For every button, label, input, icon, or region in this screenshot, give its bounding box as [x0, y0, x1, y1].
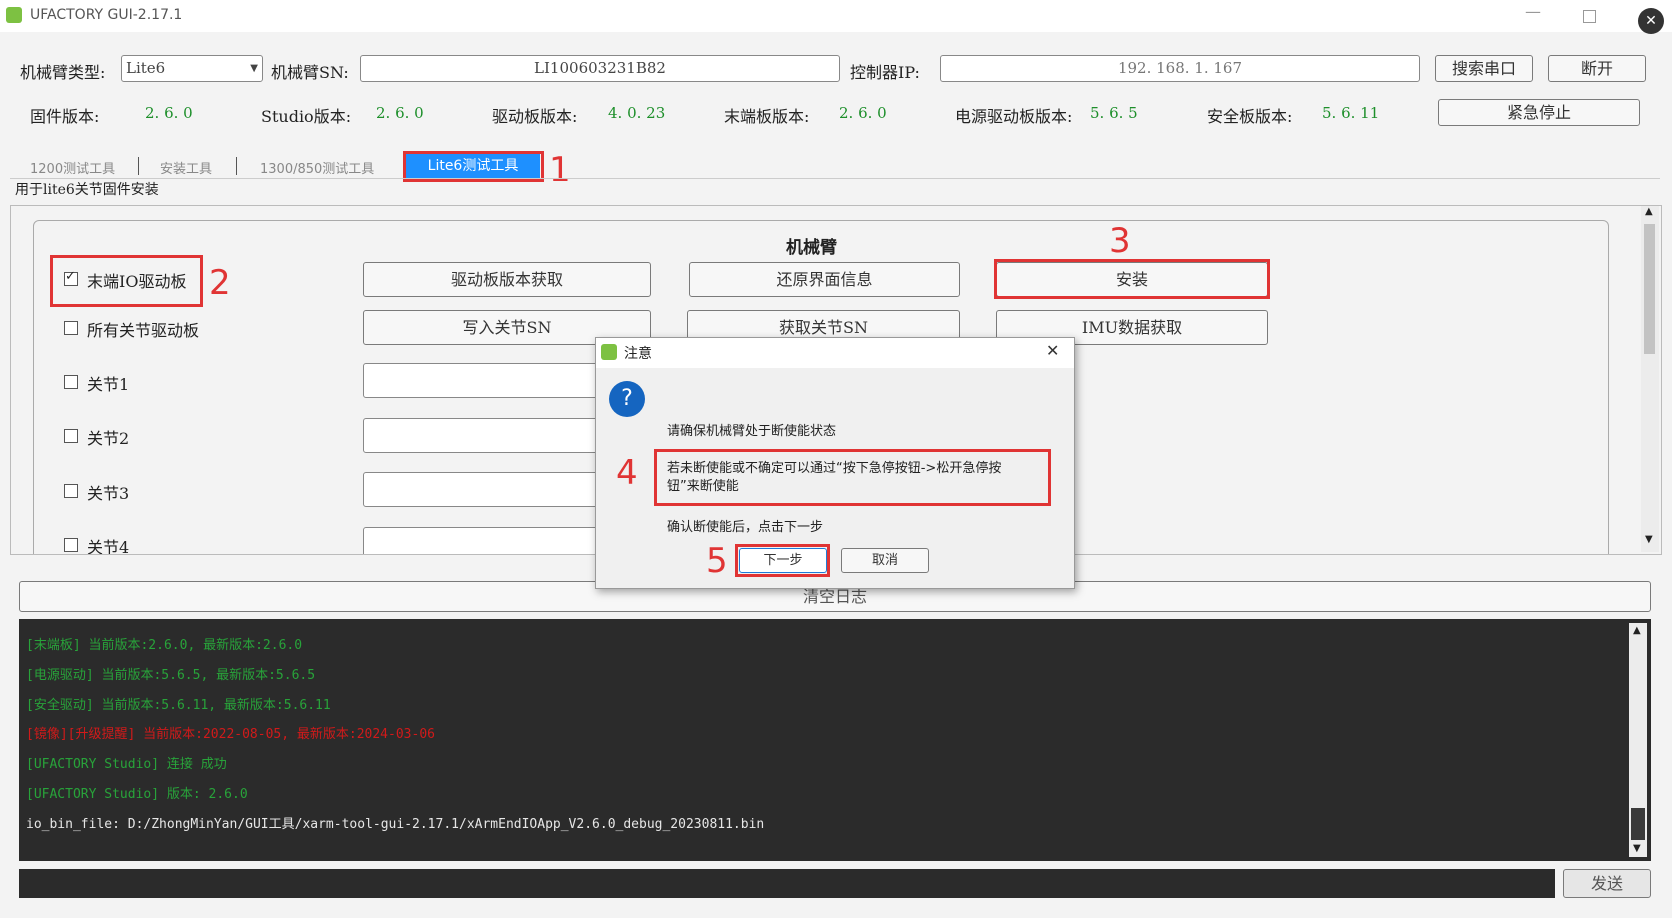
dialog-line-3: 确认断使能后，点击下一步	[667, 520, 824, 535]
checkbox-joint-2[interactable]	[64, 429, 78, 443]
scroll-up-icon[interactable]: ▲	[1645, 206, 1653, 217]
minimize-icon[interactable]: —	[1525, 2, 1541, 21]
scroll-down-icon[interactable]: ▼	[1645, 534, 1653, 545]
chevron-down-icon: ▼	[250, 63, 258, 74]
question-icon: ?	[609, 381, 645, 417]
annotation-box-4	[654, 449, 1051, 506]
endboard-label: 末端板版本:	[724, 107, 810, 126]
annotation-1: 1	[549, 150, 571, 190]
log-line: [安全驱动] 当前版本:5.6.11, 最新版本:5.6.11	[26, 698, 331, 713]
emergency-stop-button[interactable]: 紧急停止	[1438, 99, 1640, 126]
arm-type-value: Lite6	[126, 59, 166, 77]
safety-value: 5. 6. 11	[1322, 104, 1380, 122]
arm-group-title: 机械臂	[786, 238, 837, 258]
log-panel: [末端板] 当前版本:2.6.0, 最新版本:2.6.0 [电源驱动] 当前版本…	[19, 619, 1651, 861]
annotation-box-5	[735, 544, 830, 577]
checkbox-joint-3-label: 关节3	[87, 484, 130, 503]
firmware-label: 固件版本:	[30, 107, 100, 126]
tab-install[interactable]: 安装工具	[160, 158, 212, 177]
cancel-button[interactable]: 取消	[841, 548, 929, 573]
arm-type-select[interactable]: Lite6 ▼	[121, 55, 263, 82]
checkbox-all-joints[interactable]	[64, 321, 78, 335]
tab-bar-line	[10, 178, 1660, 179]
studio-label: Studio版本:	[261, 107, 352, 126]
tab-divider	[236, 157, 237, 175]
log-line: [末端板] 当前版本:2.6.0, 最新版本:2.6.0	[26, 638, 303, 653]
annotation-3: 3	[1109, 221, 1131, 261]
get-driver-version-button[interactable]: 驱动板版本获取	[363, 262, 651, 297]
tab-divider	[138, 157, 139, 175]
app-icon	[6, 7, 22, 23]
send-button[interactable]: 发送	[1563, 869, 1651, 898]
annotation-box-2	[50, 255, 203, 307]
close-icon[interactable]: ✕	[1046, 341, 1059, 360]
annotation-5: 5	[706, 541, 728, 581]
scroll-up-icon[interactable]: ▲	[1633, 625, 1641, 636]
disconnect-button[interactable]: 断开	[1548, 55, 1646, 82]
power-label: 电源驱动板版本:	[955, 107, 1073, 126]
arm-sn-label: 机械臂SN:	[271, 63, 349, 82]
dialog-title: 注意	[624, 346, 652, 362]
command-input[interactable]	[19, 869, 1555, 898]
log-line: io_bin_file: D:/ZhongMinYan/GUI工具/xarm-t…	[26, 817, 765, 832]
controller-ip-field[interactable]: 192. 168. 1. 167	[940, 55, 1420, 82]
scroll-thumb[interactable]	[1631, 808, 1645, 840]
close-icon[interactable]: ✕	[1638, 8, 1664, 34]
tab-description: 用于lite6关节固件安装	[15, 182, 159, 198]
log-line: [UFACTORY Studio] 版本: 2.6.0	[26, 787, 248, 802]
maximize-icon[interactable]	[1583, 10, 1596, 23]
log-scrollbar[interactable]: ▲ ▼	[1629, 623, 1647, 857]
title-bar: UFACTORY GUI-2.17.1 — ✕	[0, 0, 1672, 34]
annotation-box-3	[994, 259, 1270, 299]
safety-label: 安全板版本:	[1207, 107, 1293, 126]
arm-type-label: 机械臂类型:	[20, 63, 106, 82]
power-value: 5. 6. 5	[1090, 104, 1138, 122]
log-line: [电源驱动] 当前版本:5.6.5, 最新版本:5.6.5	[26, 668, 316, 683]
tab-1300-850[interactable]: 1300/850测试工具	[260, 158, 374, 177]
arm-sn-field[interactable]: LI100603231B82	[360, 55, 840, 82]
studio-value: 2. 6. 0	[376, 104, 424, 122]
checkbox-joint-4[interactable]	[64, 538, 78, 552]
controller-ip-label: 控制器IP:	[850, 63, 920, 82]
app-icon	[601, 344, 617, 360]
checkbox-all-joints-label: 所有关节驱动板	[87, 321, 200, 340]
checkbox-joint-2-label: 关节2	[87, 429, 130, 448]
log-line: [UFACTORY Studio] 连接 成功	[26, 757, 227, 772]
checkbox-joint-1[interactable]	[64, 375, 78, 389]
dialog-line-1: 请确保机械臂处于断使能状态	[667, 424, 837, 439]
checkbox-joint-4-label: 关节4	[87, 538, 130, 555]
driver-label: 驱动板版本:	[492, 107, 578, 126]
dialog-title-bar: 注意 ✕	[596, 338, 1074, 368]
search-port-button[interactable]: 搜索串口	[1435, 55, 1533, 82]
annotation-4: 4	[616, 453, 638, 493]
endboard-value: 2. 6. 0	[839, 104, 887, 122]
panel-scrollbar[interactable]: ▲ ▼	[1641, 206, 1659, 552]
tab-1200[interactable]: 1200测试工具	[30, 158, 115, 177]
scroll-thumb[interactable]	[1644, 224, 1655, 354]
annotation-2: 2	[209, 263, 231, 303]
confirm-dialog: 注意 ✕ ? 请确保机械臂处于断使能状态 若未断使能或不确定可以通过“按下急停按…	[595, 337, 1075, 589]
driver-value: 4. 0. 23	[608, 104, 666, 122]
checkbox-joint-1-label: 关节1	[87, 375, 130, 394]
window-title: UFACTORY GUI-2.17.1	[30, 7, 183, 23]
scroll-down-icon[interactable]: ▼	[1633, 843, 1641, 854]
firmware-value: 2. 6. 0	[145, 104, 193, 122]
checkbox-joint-3[interactable]	[64, 484, 78, 498]
restore-ui-button[interactable]: 还原界面信息	[689, 262, 960, 297]
log-line: [镜像][升级提醒] 当前版本:2022-08-05, 最新版本:2024-03…	[26, 727, 435, 742]
